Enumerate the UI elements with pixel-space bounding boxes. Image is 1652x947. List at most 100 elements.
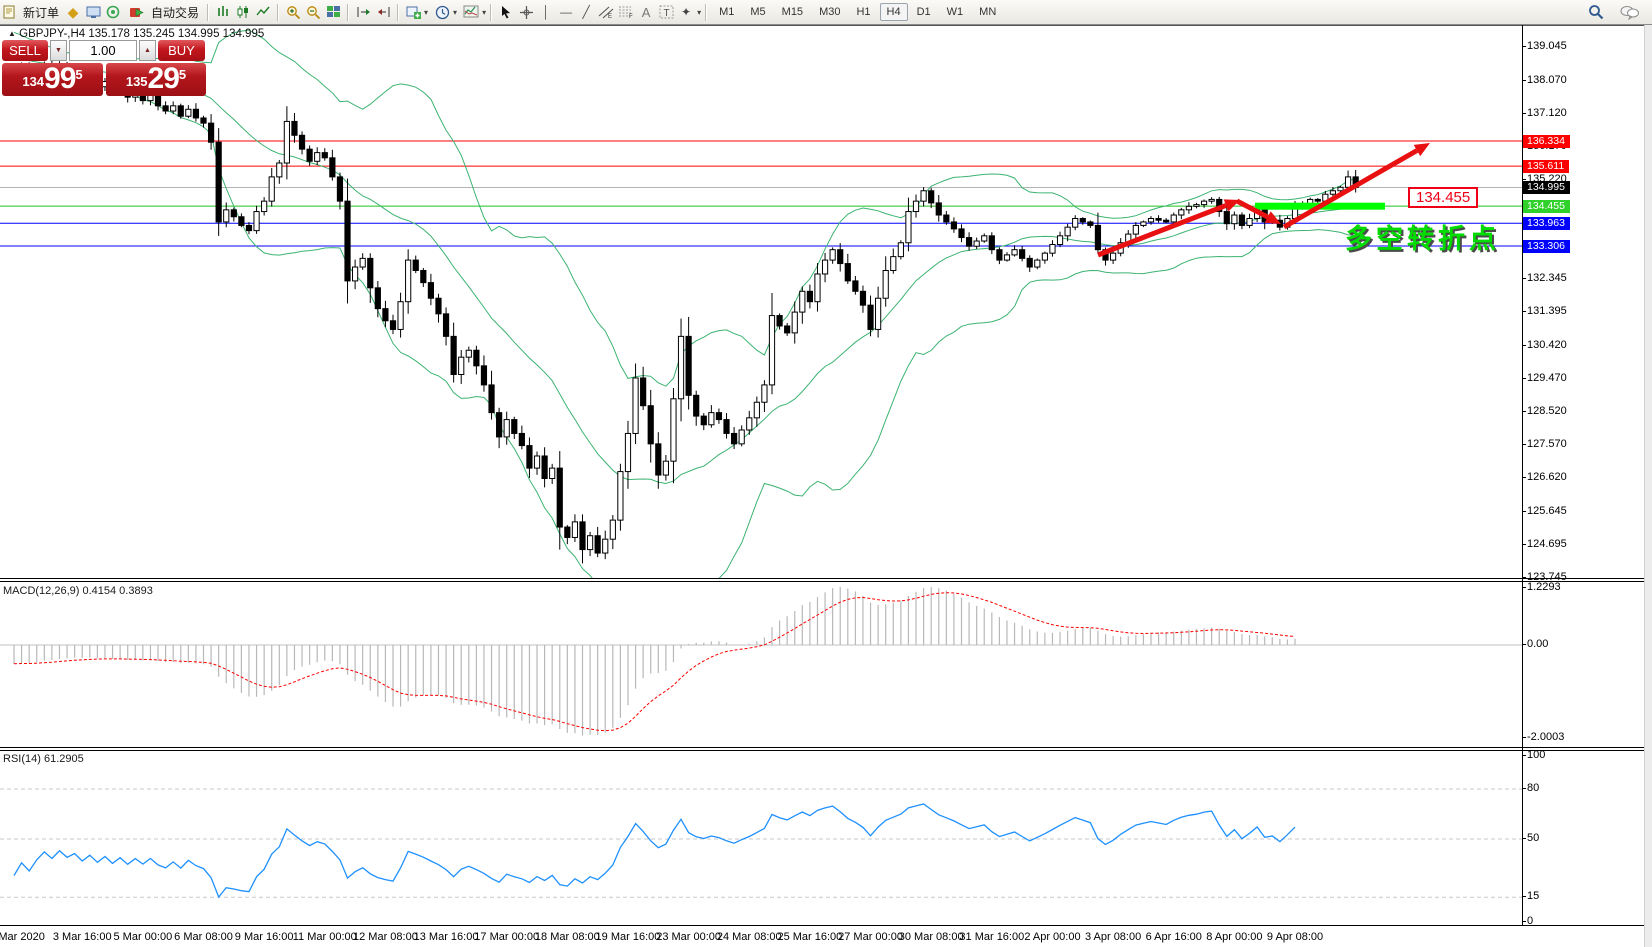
time-axis-label: 5 Mar 00:00 <box>114 931 173 943</box>
timeframe-h4[interactable]: H4 <box>880 3 908 21</box>
text-label-icon[interactable]: T <box>656 3 676 21</box>
toolbar-separator <box>347 4 349 21</box>
time-axis-label: 12 Mar 08:00 <box>353 931 418 943</box>
rsi-tick-label: 0 <box>1527 915 1533 927</box>
timeframe-m1[interactable]: M1 <box>712 3 741 21</box>
stack-icon[interactable]: ◆ <box>63 3 83 21</box>
collapse-triangle-icon[interactable]: ▲ <box>8 29 16 38</box>
time-axis-label: 6 Mar 08:00 <box>174 931 233 943</box>
time-axis-label: 23 Mar 00:00 <box>656 931 721 943</box>
line-chart-icon[interactable] <box>253 3 273 21</box>
time-axis-label: 17 Mar 00:00 <box>474 931 539 943</box>
price-tick-label: 124.695 <box>1527 538 1567 550</box>
timeframe-mn[interactable]: MN <box>972 3 1003 21</box>
rsi-pane[interactable] <box>0 751 1522 926</box>
search-icon[interactable] <box>1586 3 1606 21</box>
new-order-button[interactable]: 新订单 <box>0 2 63 22</box>
signal-icon[interactable] <box>103 3 123 21</box>
timeframe-d1[interactable]: D1 <box>910 3 938 21</box>
chart-area[interactable]: 139.045138.070137.120136.170135.220132.3… <box>0 25 1652 947</box>
chart-shift-icon[interactable] <box>373 3 393 21</box>
monitor-icon[interactable] <box>83 3 103 21</box>
time-axis-label: Mar 2020 <box>0 931 45 943</box>
price-line-badge: 133.963 <box>1523 217 1570 230</box>
chat-icon[interactable] <box>1620 3 1640 21</box>
trendline-icon[interactable]: ╱ <box>576 3 596 21</box>
price-line-badge: 135.611 <box>1523 160 1569 173</box>
zoom-out-icon[interactable] <box>303 3 323 21</box>
chevron-down-icon[interactable]: ▾ <box>482 8 486 17</box>
pane-separator[interactable] <box>0 747 1652 748</box>
price-tick-label: 127.570 <box>1527 438 1567 450</box>
new-chart-icon[interactable] <box>403 3 423 21</box>
sell-price-big: 99 <box>44 64 75 94</box>
toolbar-separator <box>490 4 492 21</box>
price-tick-label: 128.520 <box>1527 405 1567 417</box>
text-icon[interactable]: A <box>636 3 656 21</box>
time-axis-label: 31 Mar 16:00 <box>959 931 1024 943</box>
fibonacci-icon[interactable]: F <box>616 3 636 21</box>
time-axis-label: 18 Mar 08:00 <box>535 931 600 943</box>
price-line-badge: 134.995 <box>1523 181 1570 194</box>
svg-text:T: T <box>663 8 669 19</box>
auto-trading-icon <box>127 3 147 21</box>
timeframe-h1[interactable]: H1 <box>849 3 877 21</box>
auto-trading-button[interactable]: 自动交易 <box>123 2 203 22</box>
time-axis-label: 6 Apr 16:00 <box>1146 931 1202 943</box>
price-callout-label[interactable]: 134.455 <box>1408 187 1478 208</box>
chevron-down-icon[interactable]: ▾ <box>453 8 457 17</box>
rsi-tick-label: 15 <box>1527 890 1539 902</box>
price-line-badge: 136.334 <box>1523 135 1570 148</box>
time-axis-label: 13 Mar 16:00 <box>414 931 479 943</box>
time-axis-label: 19 Mar 16:00 <box>596 931 661 943</box>
arrows-tool-icon[interactable]: ✦ <box>676 3 696 21</box>
price-line-badge: 133.306 <box>1523 240 1570 253</box>
cursor-icon[interactable] <box>496 3 516 21</box>
turning-point-note[interactable]: 多空转折点 <box>1345 217 1500 256</box>
volume-decrease-button[interactable]: ▼ <box>50 40 67 61</box>
svg-text:F: F <box>629 14 633 19</box>
price-tick-label: 129.470 <box>1527 372 1567 384</box>
bar-chart-icon[interactable] <box>213 3 233 21</box>
zoom-in-icon[interactable] <box>283 3 303 21</box>
time-axis-label: 3 Mar 16:00 <box>53 931 112 943</box>
pane-separator[interactable] <box>0 578 1652 579</box>
buy-price-big: 29 <box>148 64 179 94</box>
crosshair-icon[interactable] <box>516 3 536 21</box>
price-pane[interactable] <box>0 25 1522 578</box>
period-clock-icon[interactable] <box>432 3 452 21</box>
ohlc-values: 135.178 135.245 134.995 134.995 <box>88 28 264 40</box>
indicators-icon[interactable] <box>461 3 481 21</box>
equidistant-channel-icon[interactable]: E <box>596 3 616 21</box>
timeframe-m30[interactable]: M30 <box>812 3 847 21</box>
macd-pane[interactable] <box>0 582 1522 747</box>
sell-button[interactable]: SELL <box>2 40 48 61</box>
price-tick-label: 131.395 <box>1527 305 1567 317</box>
horizontal-line-icon[interactable]: — <box>556 3 576 21</box>
rsi-tick-label: 80 <box>1527 782 1539 794</box>
one-click-trading-panel: SELL ▼ 1.00 ▲ BUY 134995 135295 <box>0 40 208 96</box>
time-axis-label: 9 Mar 16:00 <box>235 931 294 943</box>
auto-scroll-icon[interactable] <box>353 3 373 21</box>
time-axis-label: 25 Mar 16:00 <box>777 931 842 943</box>
chevron-down-icon[interactable]: ▾ <box>697 8 701 17</box>
auto-trading-label: 自动交易 <box>151 4 199 21</box>
macd-tick-label: -2.0003 <box>1527 731 1564 743</box>
volume-increase-button[interactable]: ▲ <box>139 40 156 61</box>
tile-windows-icon[interactable] <box>323 3 343 21</box>
chart-bottom-border <box>0 925 1652 926</box>
timeframe-m5[interactable]: M5 <box>743 3 772 21</box>
timeframe-m15[interactable]: M15 <box>775 3 810 21</box>
chevron-down-icon[interactable]: ▾ <box>424 8 428 17</box>
candlestick-icon[interactable] <box>233 3 253 21</box>
price-tick-label: 126.620 <box>1527 471 1567 483</box>
vertical-line-icon[interactable]: │ <box>536 3 556 21</box>
new-order-icon <box>0 3 19 21</box>
sell-price-button[interactable]: 134995 <box>2 63 103 96</box>
symbol-timeframe: GBPJPY-,H4 <box>19 28 85 40</box>
timeframe-w1[interactable]: W1 <box>940 3 971 21</box>
right-scroll-strip[interactable] <box>1644 25 1652 947</box>
price-tick-label: 125.645 <box>1527 505 1567 517</box>
sell-price-small: 134 <box>22 70 44 94</box>
buy-price-button[interactable]: 135295 <box>106 63 206 96</box>
